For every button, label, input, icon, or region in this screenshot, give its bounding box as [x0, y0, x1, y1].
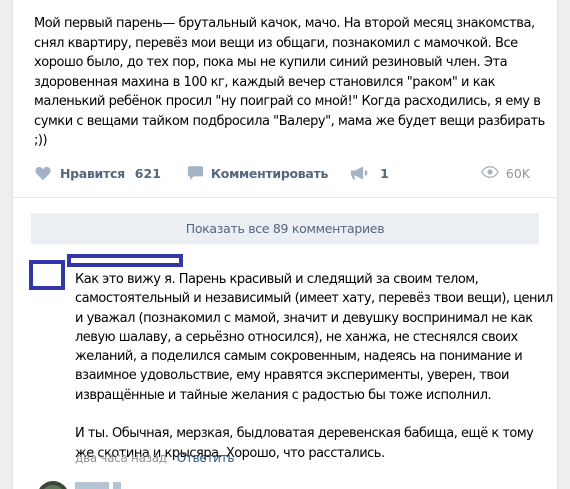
next-comment-author-name[interactable] [75, 482, 145, 489]
comment-author-name[interactable] [67, 254, 183, 267]
megaphone-icon [350, 165, 368, 181]
like-count: 621 [134, 165, 161, 181]
avatar[interactable] [29, 260, 65, 290]
show-all-comments-button[interactable]: Показать все 89 комментариев [31, 213, 539, 244]
like-button[interactable]: Нравится 621 [34, 165, 161, 181]
views-counter: 60K [480, 162, 530, 184]
comment-timestamp[interactable]: два часа назад [75, 451, 167, 465]
next-name-part [113, 482, 121, 489]
divider [13, 197, 557, 198]
eye-icon [480, 165, 499, 181]
share-count: 1 [380, 165, 389, 181]
reply-link[interactable]: Ответить [177, 451, 235, 465]
share-button[interactable]: 1 [350, 165, 389, 181]
speech-bubble-icon [187, 165, 204, 181]
heart-icon [34, 165, 52, 181]
comment-label: Комментировать [210, 165, 329, 181]
comment-button[interactable]: Комментировать [187, 165, 328, 181]
like-label: Нравится [60, 165, 125, 181]
next-name-part [75, 482, 109, 489]
post-actions-bar: Нравится 621 Комментировать 1 60K [34, 162, 546, 184]
views-count: 60K [505, 165, 530, 181]
post-card: Мой первый парень— брутальный качок, мач… [12, 0, 558, 489]
post-text: Мой первый парень— брутальный качок, мач… [34, 16, 545, 148]
next-comment-avatar[interactable] [37, 481, 69, 489]
comment-meta: два часа назад Ответить [75, 451, 234, 465]
comment-text: Как это вижу я. Парень красивый и следящ… [75, 272, 553, 461]
